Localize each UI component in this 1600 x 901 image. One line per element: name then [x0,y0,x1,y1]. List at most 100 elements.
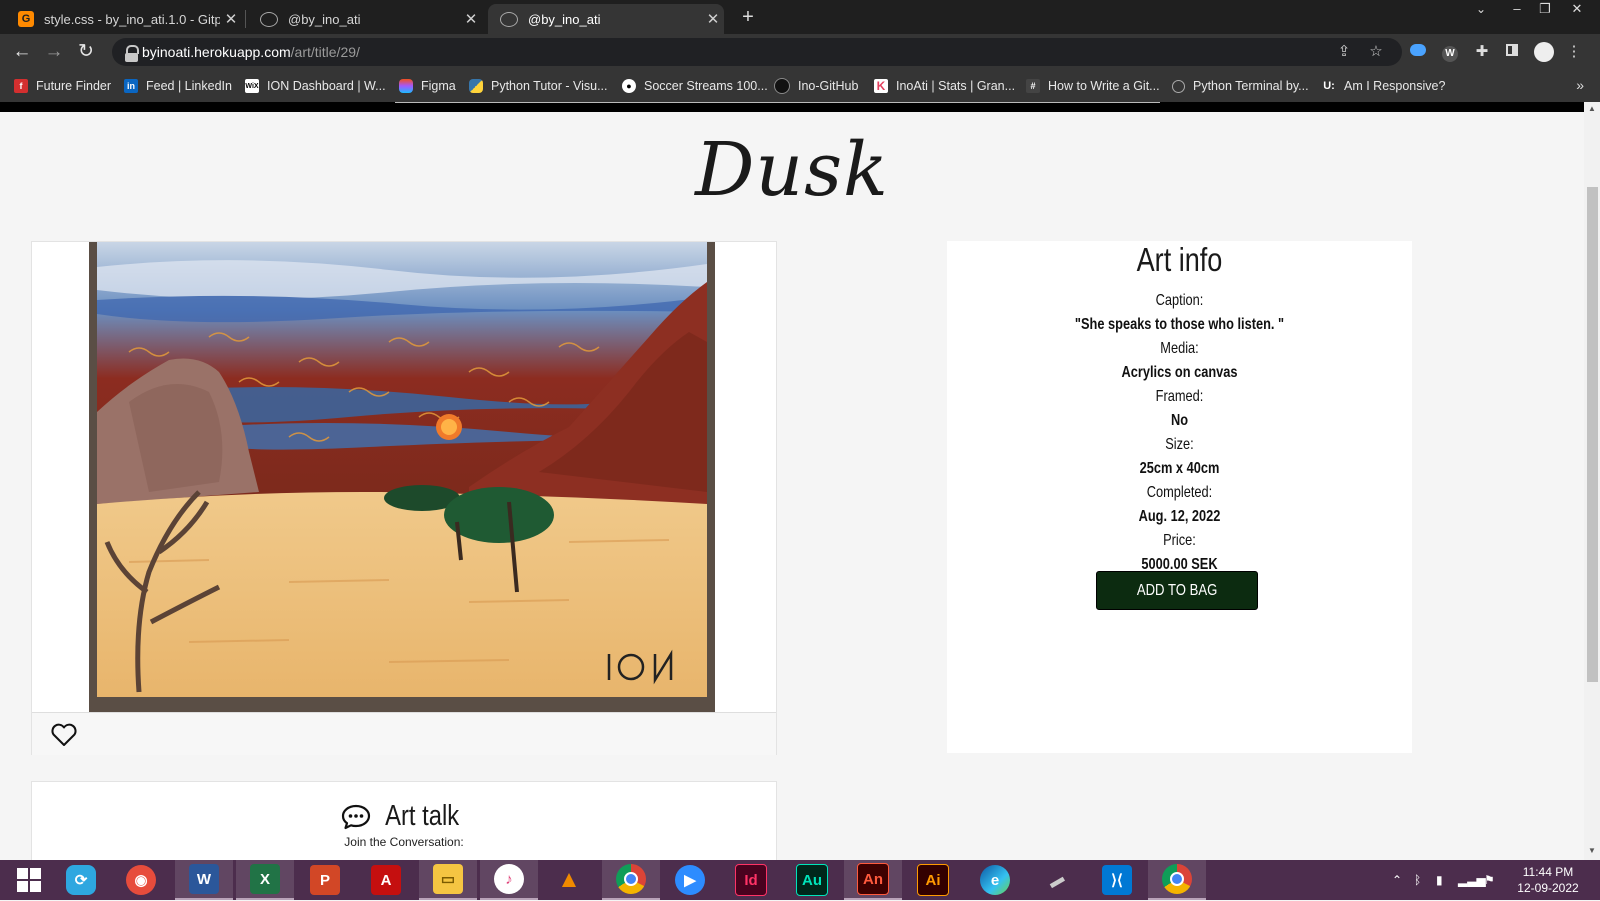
page-scrollbar[interactable]: ▲ ▼ [1584,102,1600,860]
page-content: Dusk Art info Caption: "She speaks to th… [0,112,1584,860]
restore-icon[interactable]: ❐ [1530,0,1560,20]
add-to-bag-button[interactable]: ADD TO BAG [1096,571,1258,610]
bluetooth-icon[interactable]: ᛒ [1414,860,1421,900]
k-logo-icon: K [874,79,888,93]
bookmark-inoati-stats[interactable]: K InoAti | Stats | Gran... [874,77,1015,95]
zoom-icon: ▶ [675,865,705,895]
globe-icon [260,11,278,27]
close-window-icon[interactable]: ✕ [1562,0,1592,20]
tray-overflow-icon[interactable]: ⌃ [1392,860,1402,900]
art-info-list: Caption: "She speaks to those who listen… [947,289,1412,577]
artwork-card [31,241,777,755]
bookmark-how-to-write-git[interactable]: # How to Write a Git... [1026,77,1160,95]
comment-dots-icon [341,804,370,829]
taskbar-excel-app[interactable]: X [236,860,294,900]
page-top-strip [0,102,1600,112]
taskbar-indesign-app[interactable]: Id [722,860,780,900]
windows-taskbar: ⟳ ◉ W X P A ▭ ♪ ▲ ▶ Id Au An Ai e ▬ ⟩⟨ ⌃… [0,860,1600,900]
windows-start-button[interactable] [0,860,58,900]
bookmark-ino-github[interactable]: Ino-GitHub [774,77,858,95]
bookmarks-bar: f Future Finder in Feed | LinkedIn WiX ION … [0,70,1600,102]
notification-flag-icon[interactable]: ⚑ [1484,860,1495,900]
share-icon[interactable]: ⇪ [1334,42,1354,62]
wappalyzer-extension-icon[interactable]: W [1440,42,1460,62]
scrollbar-thumb[interactable] [1587,187,1598,682]
signal-icon[interactable]: ▂▃▅ [1458,860,1486,900]
future-finder-icon: f [14,79,28,93]
taskbar-acrobat-app[interactable]: A [357,860,415,900]
bookmark-star-icon[interactable]: ☆ [1366,42,1386,62]
reload-icon[interactable]: ↻ [74,40,98,64]
tab-by-ino-ati-active[interactable]: @by_ino_ati ✕ [488,4,724,34]
url-text[interactable]: byinoati.herokuapp.com/art/title/29/ [142,44,360,60]
taskbar-zoom-app[interactable]: ▶ [661,860,719,900]
battery-icon[interactable]: ▮ [1436,860,1443,900]
taskbar-chrome-app[interactable] [602,860,660,900]
taskbar-ubuntu-app[interactable]: ◉ [112,860,170,900]
framed-label: Framed: [1155,388,1204,405]
artwork-image[interactable] [89,242,715,712]
bookmark-label: How to Write a Git... [1048,79,1160,93]
system-clock[interactable]: 11:44 PM 12-09-2022 [1508,864,1588,896]
menu-kebab-icon[interactable]: ⋮ [1564,42,1584,62]
taskbar-edge-app[interactable]: e [966,860,1024,900]
taskbar-powerpoint-app[interactable]: P [296,860,354,900]
new-tab-button[interactable]: + [736,5,760,29]
tab-search-icon[interactable]: ⌄ [1466,0,1496,20]
profile-avatar[interactable] [1534,42,1554,62]
extensions-puzzle-icon[interactable]: ✚ [1472,42,1492,62]
globe-icon [1172,79,1185,93]
scroll-up-icon[interactable]: ▲ [1587,104,1597,113]
close-icon[interactable]: ✕ [220,10,242,28]
wix-icon: WiX [245,79,259,93]
close-icon[interactable]: ✕ [460,10,482,28]
taskbar-file-explorer-app[interactable]: ▭ [419,860,477,900]
minimize-icon[interactable]: – [1502,0,1532,20]
address-bar[interactable]: byinoati.herokuapp.com/art/title/29/ ⇪ ☆ [112,38,1402,66]
bookmark-figma[interactable]: Figma [399,77,456,95]
bookmark-am-i-responsive[interactable]: U: Am I Responsive? [1322,77,1445,95]
tab-strip: G style.css - by_ino_ati.1.0 - Gitpod ✕ … [0,0,1600,34]
heart-icon[interactable] [50,723,78,747]
powerpoint-icon: P [310,865,340,895]
python-icon [469,79,483,93]
vlc-icon: ▲ [557,866,581,893]
taskbar-illustrator-app[interactable]: Ai [904,860,962,900]
tab-by-ino-ati[interactable]: @by_ino_ati ✕ [248,4,482,34]
clock-date: 12-09-2022 [1517,881,1579,895]
bookmark-python-tutor[interactable]: Python Tutor - Visu... [469,77,608,95]
nav-underline [395,102,1160,103]
scroll-down-icon[interactable]: ▼ [1587,846,1597,855]
side-panel-icon[interactable] [1502,42,1522,62]
taskbar-vscode-app[interactable]: ⟩⟨ [1088,860,1146,900]
bookmark-label: Soccer Streams 100... [644,79,768,93]
tab-gitpod[interactable]: G style.css - by_ino_ati.1.0 - Gitpod ✕ [6,4,242,34]
taskbar-word-app[interactable]: W [175,860,233,900]
more-bookmarks-icon[interactable]: » [1576,77,1584,93]
back-icon[interactable]: ← [10,40,34,64]
add-to-bag-label: ADD TO BAG [1136,582,1218,599]
forward-icon[interactable]: → [42,40,66,64]
bookmark-ion-dashboard[interactable]: WiX ION Dashboard | W... [245,77,386,95]
clock-time: 11:44 PM [1522,865,1574,879]
bookmark-python-terminal[interactable]: Python Terminal by... [1172,77,1309,95]
taskbar-audition-app[interactable]: Au [783,860,841,900]
page-title: Dusk [695,127,889,213]
taskbar-animate-app[interactable]: An [844,860,902,900]
bookmark-soccer-streams[interactable]: ● Soccer Streams 100... [622,77,768,95]
completed-value: Aug. 12, 2022 [1138,508,1221,525]
bookmark-future-finder[interactable]: f Future Finder [14,77,111,95]
bookmark-label: Am I Responsive? [1344,79,1446,93]
cloud-extension-icon[interactable] [1408,42,1428,62]
chrome-icon [1162,864,1192,894]
taskbar-vlc-app[interactable]: ▲ [540,860,598,900]
bookmark-label: InoAti | Stats | Gran... [896,79,1016,93]
url-host: byinoati.herokuapp.com [142,44,291,60]
bookmark-linkedin[interactable]: in Feed | LinkedIn [124,77,232,95]
taskbar-terminal-app[interactable]: ▬ [1027,860,1085,900]
media-value: Acrylics on canvas [1121,364,1238,381]
taskbar-feedback-app[interactable]: ⟳ [52,860,110,900]
close-icon[interactable]: ✕ [702,10,724,28]
taskbar-itunes-app[interactable]: ♪ [480,860,538,900]
taskbar-chrome-app-2[interactable] [1148,860,1206,900]
